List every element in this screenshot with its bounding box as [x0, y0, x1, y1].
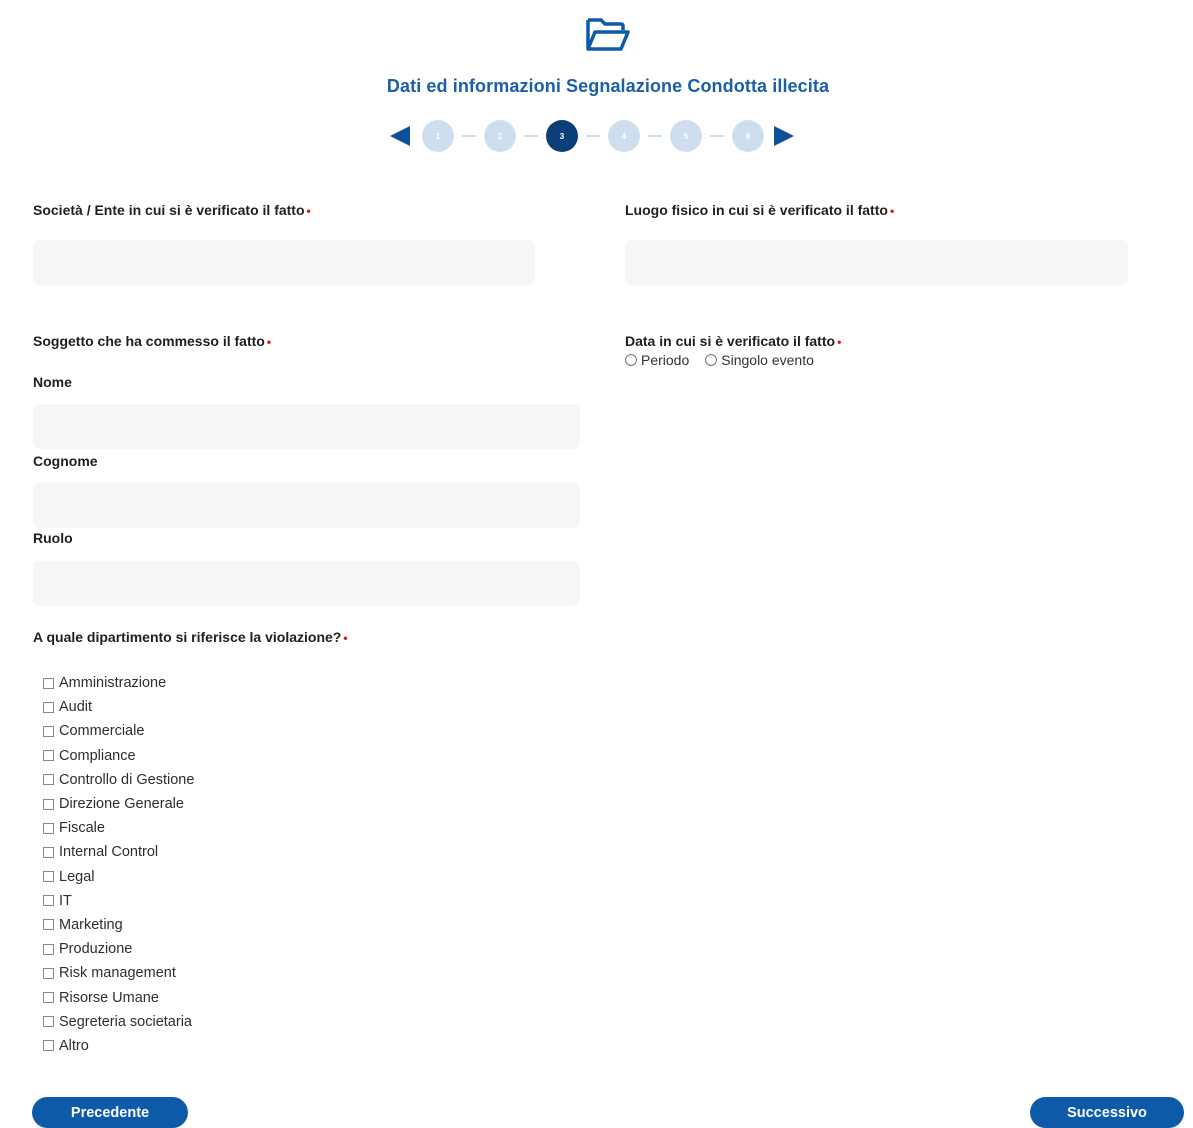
checkbox[interactable] [43, 1016, 54, 1028]
checkbox[interactable] [43, 750, 54, 762]
checkbox-item[interactable]: Internal Control [43, 840, 194, 864]
required-mark: • [889, 204, 895, 218]
stepper: 1 2 3 4 5 6 [390, 118, 794, 154]
ruolo-input[interactable] [33, 561, 580, 606]
required-mark: • [266, 335, 272, 349]
company-label: Società / Ente in cui si è verificato il… [33, 202, 311, 218]
date-label: Data in cui si è verificato il fatto • [625, 333, 842, 349]
step-separator [648, 135, 662, 137]
checkbox-label: IT [59, 892, 72, 909]
step-5[interactable]: 5 [670, 120, 702, 152]
checkbox-label: Internal Control [59, 844, 159, 861]
nome-input[interactable] [33, 404, 580, 449]
checkbox[interactable] [43, 846, 54, 858]
checkbox-item[interactable]: Fiscale [43, 816, 194, 840]
checkbox[interactable] [43, 871, 54, 883]
folder-open-icon [586, 18, 630, 51]
cognome-input[interactable] [33, 483, 580, 528]
checkbox[interactable] [43, 895, 54, 907]
department-label: A quale dipartimento si riferisce la vio… [33, 629, 348, 645]
checkbox-item[interactable]: Segreteria societaria [43, 1010, 194, 1034]
checkbox[interactable] [43, 992, 54, 1004]
checkbox-item[interactable]: Direzione Generale [43, 792, 194, 816]
required-mark: • [306, 204, 311, 218]
prev-button[interactable]: Precedente [32, 1097, 188, 1128]
checkbox-label: Compliance [59, 747, 136, 764]
subject-label: Soggetto che ha commesso il fatto • [33, 333, 272, 349]
checkbox-item[interactable]: Marketing [43, 913, 194, 937]
checkbox-label: Amministrazione [59, 675, 167, 692]
step-separator [524, 135, 538, 137]
checkbox[interactable] [43, 725, 54, 737]
required-mark: • [343, 631, 348, 645]
page-title: Dati ed informazioni Segnalazione Condot… [386, 76, 830, 96]
cognome-label: Cognome [33, 453, 98, 469]
department-checklist: Amministrazione Audit Commerciale Compli… [43, 671, 194, 1058]
checkbox-item[interactable]: Produzione [43, 937, 194, 961]
step-separator [586, 135, 600, 137]
checkbox-label: Direzione Generale [59, 796, 184, 813]
step-1[interactable]: 1 [422, 120, 454, 152]
checkbox[interactable] [43, 1040, 54, 1052]
checkbox-item[interactable]: Audit [43, 695, 194, 719]
step-3-active[interactable]: 3 [546, 120, 578, 152]
required-mark: • [837, 335, 842, 349]
checkbox-label: Legal [59, 868, 95, 885]
ruolo-label: Ruolo [33, 530, 73, 546]
checkbox-item[interactable]: Risk management [43, 961, 194, 985]
nome-label: Nome [33, 374, 72, 390]
radio-singolo-evento[interactable] [705, 354, 718, 366]
checkbox[interactable] [43, 919, 54, 931]
checkbox[interactable] [43, 774, 54, 786]
checkbox-label: Risorse Umane [59, 989, 159, 1006]
checkbox[interactable] [43, 967, 54, 979]
step-2[interactable]: 2 [484, 120, 516, 152]
checkbox-item[interactable]: Amministrazione [43, 671, 194, 695]
checkbox-item[interactable]: IT [43, 889, 194, 913]
checkbox-label: Altro [59, 1037, 89, 1054]
checkbox-label: Segreteria societaria [59, 1013, 192, 1030]
checkbox-item[interactable]: Risorse Umane [43, 985, 194, 1009]
location-label: Luogo fisico in cui si è verificato il f… [625, 202, 895, 218]
step-prev-arrow-icon[interactable] [390, 126, 410, 146]
checkbox-label: Audit [59, 699, 93, 716]
step-6[interactable]: 6 [732, 120, 764, 152]
checkbox-label: Risk management [59, 965, 176, 982]
step-next-arrow-icon[interactable] [774, 126, 794, 146]
checkbox-label: Fiscale [59, 820, 105, 837]
checkbox-label: Commerciale [59, 723, 145, 740]
step-separator [710, 135, 724, 137]
checkbox-label: Controllo di Gestione [59, 771, 195, 788]
radio-periodo-label[interactable]: Periodo [641, 352, 689, 368]
next-button[interactable]: Successivo [1030, 1097, 1184, 1128]
checkbox-item[interactable]: Controllo di Gestione [43, 768, 194, 792]
checkbox-label: Marketing [59, 916, 123, 933]
checkbox-item[interactable]: Compliance [43, 744, 194, 768]
checkbox[interactable] [43, 677, 54, 689]
checkbox[interactable] [43, 822, 54, 834]
step-4[interactable]: 4 [608, 120, 640, 152]
radio-periodo[interactable] [625, 354, 637, 366]
checkbox-item[interactable]: Commerciale [43, 719, 194, 743]
date-radio-group: Periodo Singolo evento [625, 352, 830, 368]
checkbox-label: Produzione [59, 941, 133, 958]
step-separator [462, 135, 476, 137]
checkbox[interactable] [43, 798, 54, 810]
checkbox[interactable] [43, 701, 54, 713]
radio-singolo-evento-label[interactable]: Singolo evento [721, 352, 814, 368]
location-input[interactable] [625, 240, 1128, 285]
company-input[interactable] [33, 240, 535, 285]
checkbox[interactable] [43, 943, 54, 955]
checkbox-item[interactable]: Altro [43, 1034, 194, 1058]
checkbox-item[interactable]: Legal [43, 865, 194, 889]
